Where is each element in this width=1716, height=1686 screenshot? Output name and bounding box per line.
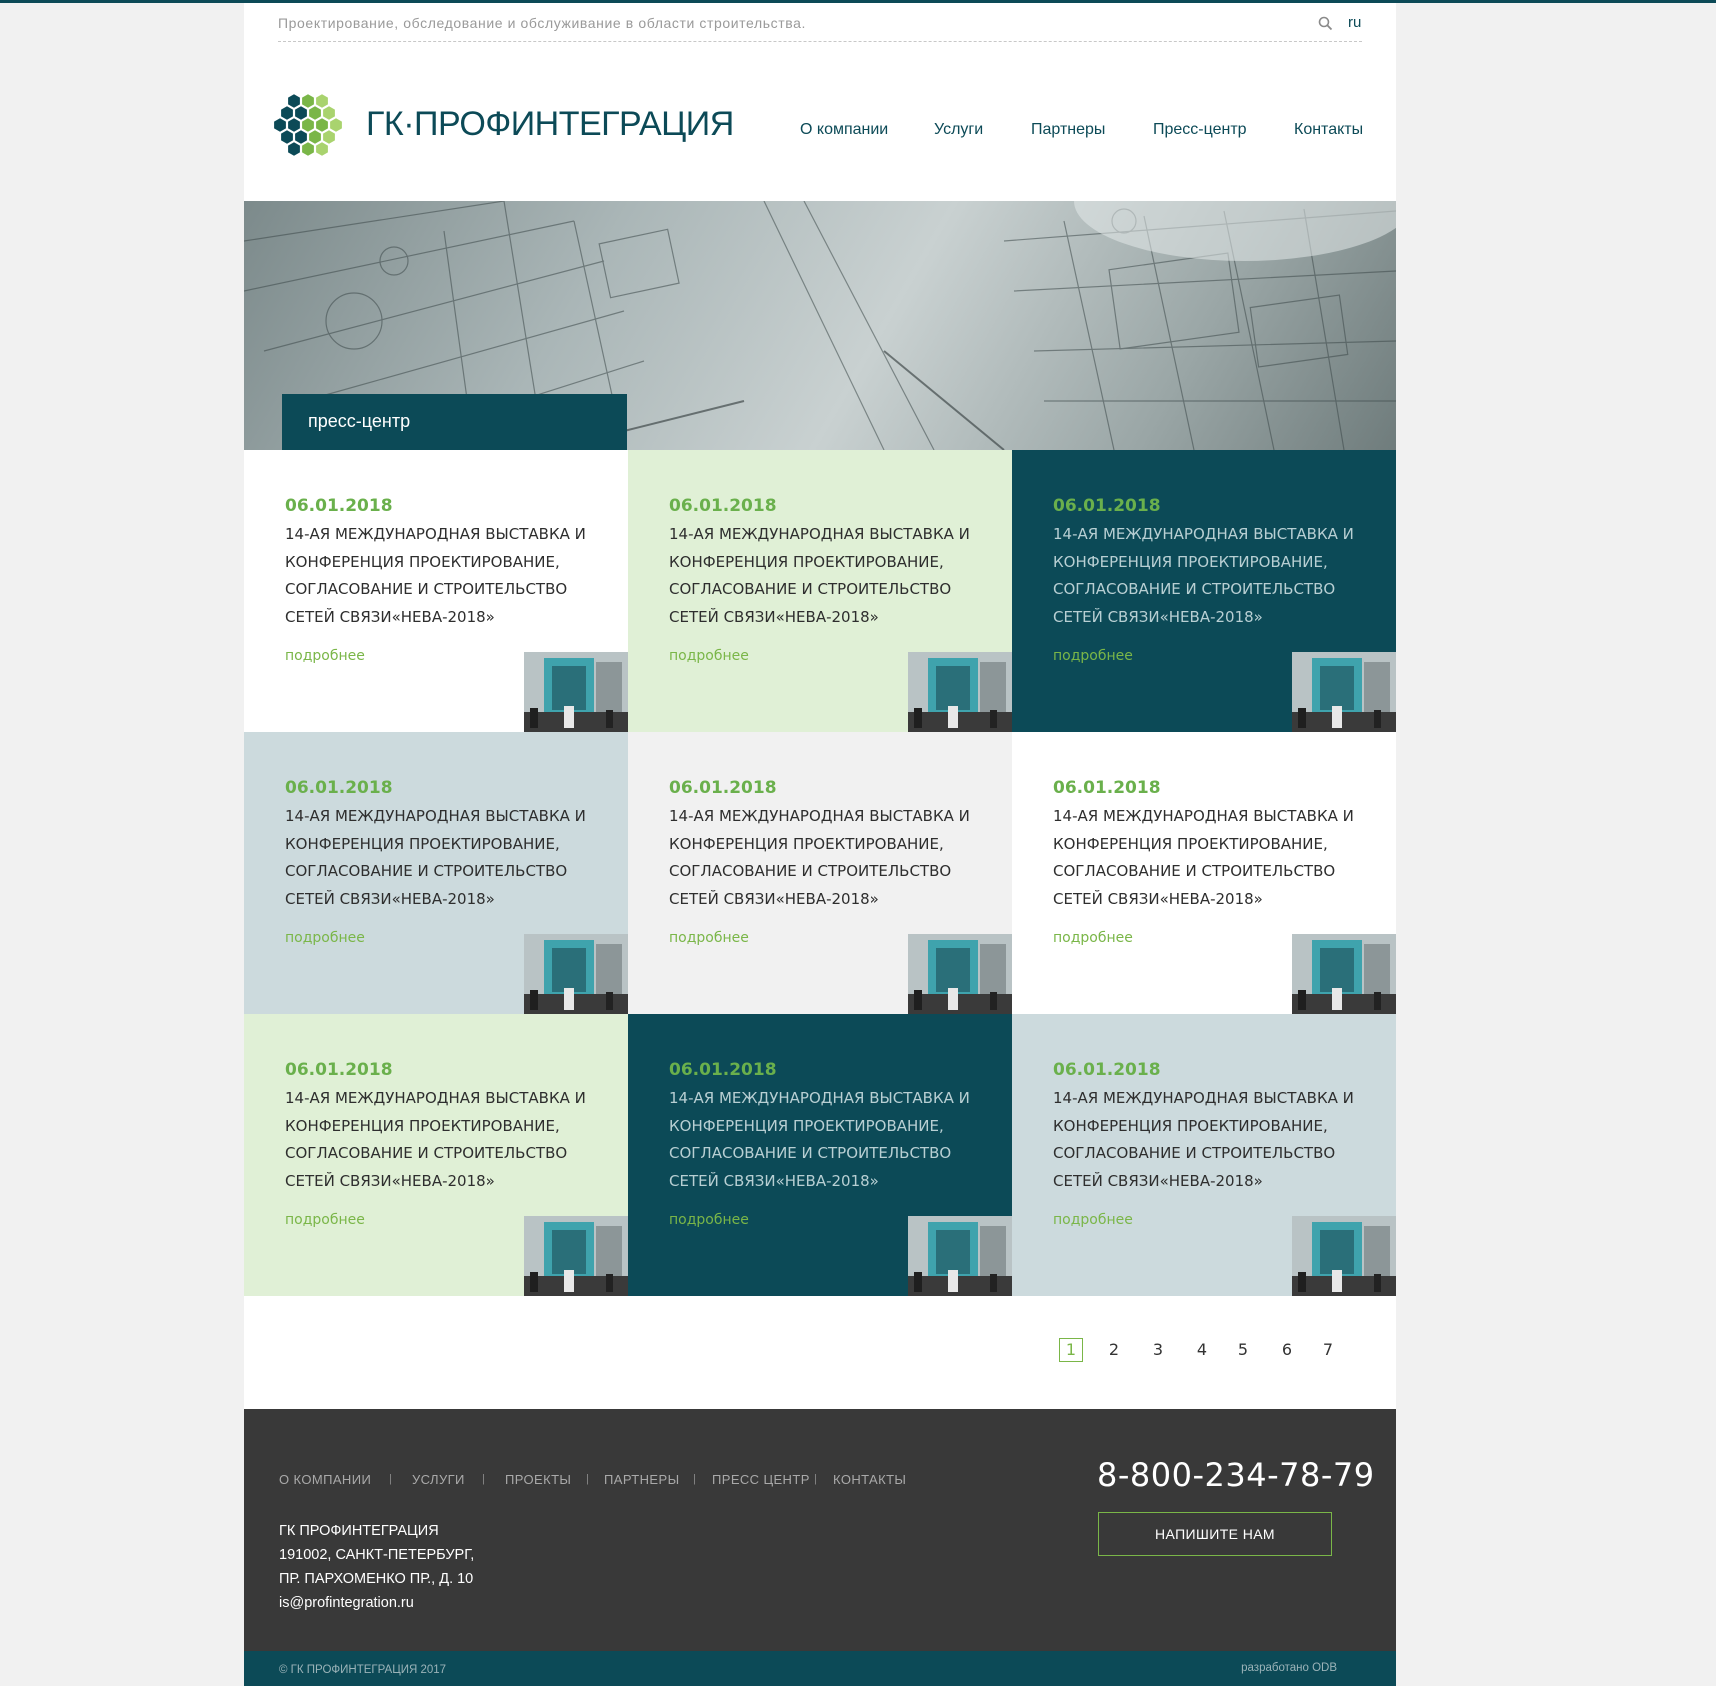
footer-nav-about[interactable]: О КОМПАНИИ [279, 1472, 371, 1487]
news-card[interactable]: 06.01.2018 14-АЯ МЕЖДУНАРОДНАЯ ВЫСТАВКА И… [244, 732, 628, 1014]
page-6-button[interactable]: 6 [1275, 1338, 1299, 1362]
copyright-bar: © ГК ПРОФИНТЕГРАЦИЯ 2017 разработано ODB [244, 1651, 1396, 1686]
address-street: ПР. ПАРХОМЕНКО ПР., Д. 10 [279, 1571, 474, 1587]
news-card[interactable]: 06.01.2018 14-АЯ МЕЖДУНАРОДНАЯ ВЫСТАВКА И… [628, 1014, 1012, 1296]
news-title[interactable]: 14-АЯ МЕЖДУНАРОДНАЯ ВЫСТАВКА И КОНФЕРЕНЦ… [1053, 521, 1363, 631]
address-city: 191002, САНКТ-ПЕТЕРБУРГ, [279, 1547, 475, 1563]
read-more-link[interactable]: подробнее [285, 648, 365, 664]
news-title[interactable]: 14-АЯ МЕЖДУНАРОДНАЯ ВЫСТАВКА И КОНФЕРЕНЦ… [1053, 803, 1363, 913]
page-1-button[interactable]: 1 [1059, 1338, 1083, 1362]
footer-address: ГК ПРОФИНТЕГРАЦИЯ 191002, САНКТ-ПЕТЕРБУР… [279, 1519, 474, 1615]
top-bar: Проектирование, обследование и обслужива… [278, 3, 1362, 42]
news-title[interactable]: 14-АЯ МЕЖДУНАРОДНАЯ ВЫСТАВКА И КОНФЕРЕНЦ… [285, 521, 595, 631]
footer-separator: | [586, 1473, 589, 1485]
nav-about[interactable]: О компании [800, 121, 888, 139]
news-title[interactable]: 14-АЯ МЕЖДУНАРОДНАЯ ВЫСТАВКА И КОНФЕРЕНЦ… [1053, 1085, 1363, 1195]
news-card[interactable]: 06.01.2018 14-АЯ МЕЖДУНАРОДНАЯ ВЫСТАВКА И… [1012, 732, 1396, 1014]
search-icon[interactable] [1318, 16, 1333, 31]
news-grid: 06.01.2018 14-АЯ МЕЖДУНАРОДНАЯ ВЫСТАВКА И… [244, 450, 1396, 1296]
news-date: 06.01.2018 [285, 1060, 393, 1080]
nav-services[interactable]: Услуги [934, 121, 983, 139]
footer-nav-contacts[interactable]: КОНТАКТЫ [833, 1472, 906, 1487]
news-title[interactable]: 14-АЯ МЕЖДУНАРОДНАЯ ВЫСТАВКА И КОНФЕРЕНЦ… [669, 521, 979, 631]
developer-link[interactable]: разработано ODB [1241, 1662, 1337, 1674]
logo-text: ГК·ПРОФИНТЕГРАЦИЯ [366, 105, 734, 143]
news-thumbnail[interactable] [908, 652, 1012, 732]
read-more-link[interactable]: подробнее [1053, 648, 1133, 664]
news-thumbnail[interactable] [1292, 652, 1396, 732]
news-thumbnail[interactable] [1292, 934, 1396, 1014]
company-name: ГК ПРОФИНТЕГРАЦИЯ [279, 1523, 439, 1539]
news-date: 06.01.2018 [669, 778, 777, 798]
nav-partners[interactable]: Партнеры [1031, 121, 1105, 139]
read-more-link[interactable]: подробнее [669, 1212, 749, 1228]
footer-separator: | [814, 1473, 817, 1485]
news-date: 06.01.2018 [285, 496, 393, 516]
footer-nav-press-center[interactable]: ПРЕСС ЦЕНТР [712, 1472, 810, 1487]
news-thumbnail[interactable] [524, 934, 628, 1014]
read-more-link[interactable]: подробнее [1053, 930, 1133, 946]
news-thumbnail[interactable] [1292, 1216, 1396, 1296]
news-date: 06.01.2018 [669, 496, 777, 516]
news-date: 06.01.2018 [285, 778, 393, 798]
news-date: 06.01.2018 [669, 1060, 777, 1080]
site-logo[interactable]: ГК·ПРОФИНТЕГРАЦИЯ [272, 93, 734, 163]
page-7-button[interactable]: 7 [1316, 1338, 1340, 1362]
footer-phone[interactable]: 8-800-234-78-79 [1097, 1456, 1375, 1494]
footer-nav-services[interactable]: УСЛУГИ [412, 1472, 465, 1487]
logo-hexagons-icon [274, 94, 342, 156]
footer-email-link[interactable]: is@profintegration.ru [279, 1591, 474, 1615]
news-title[interactable]: 14-АЯ МЕЖДУНАРОДНАЯ ВЫСТАВКА И КОНФЕРЕНЦ… [285, 1085, 595, 1195]
page-5-button[interactable]: 5 [1231, 1338, 1255, 1362]
footer-separator: | [693, 1473, 696, 1485]
footer-separator: | [482, 1473, 485, 1485]
news-date: 06.01.2018 [1053, 496, 1161, 516]
section-title: пресс-центр [308, 411, 411, 431]
news-title[interactable]: 14-АЯ МЕЖДУНАРОДНАЯ ВЫСТАВКА И КОНФЕРЕНЦ… [669, 1085, 979, 1195]
read-more-link[interactable]: подробнее [1053, 1212, 1133, 1228]
footer: О КОМПАНИИ | УСЛУГИ | ПРОЕКТЫ | ПАРТНЕРЫ… [244, 1409, 1396, 1651]
page-2-button[interactable]: 2 [1102, 1338, 1126, 1362]
read-more-link[interactable]: подробнее [669, 930, 749, 946]
news-title[interactable]: 14-АЯ МЕЖДУНАРОДНАЯ ВЫСТАВКА И КОНФЕРЕНЦ… [285, 803, 595, 913]
news-card[interactable]: 06.01.2018 14-АЯ МЕЖДУНАРОДНАЯ ВЫСТАВКА И… [1012, 450, 1396, 732]
section-title-banner: пресс-центр [282, 394, 627, 450]
news-title[interactable]: 14-АЯ МЕЖДУНАРОДНАЯ ВЫСТАВКА И КОНФЕРЕНЦ… [669, 803, 979, 913]
read-more-link[interactable]: подробнее [669, 648, 749, 664]
pagination: 1 2 3 4 5 6 7 [244, 1338, 1396, 1368]
news-thumbnail[interactable] [524, 652, 628, 732]
hero-banner: пресс-центр [244, 201, 1396, 450]
nav-press-center[interactable]: Пресс-центр [1153, 121, 1247, 139]
footer-nav-partners[interactable]: ПАРТНЕРЫ [604, 1472, 679, 1487]
read-more-link[interactable]: подробнее [285, 930, 365, 946]
footer-nav-projects[interactable]: ПРОЕКТЫ [505, 1472, 571, 1487]
news-date: 06.01.2018 [1053, 1060, 1161, 1080]
news-date: 06.01.2018 [1053, 778, 1161, 798]
footer-separator: | [389, 1473, 392, 1485]
read-more-link[interactable]: подробнее [285, 1212, 365, 1228]
news-thumbnail[interactable] [524, 1216, 628, 1296]
news-card[interactable]: 06.01.2018 14-АЯ МЕЖДУНАРОДНАЯ ВЫСТАВКА И… [244, 450, 628, 732]
write-us-button[interactable]: НАПИШИТЕ НАМ [1098, 1512, 1332, 1556]
news-card[interactable]: 06.01.2018 14-АЯ МЕЖДУНАРОДНАЯ ВЫСТАВКА И… [244, 1014, 628, 1296]
nav-contacts[interactable]: Контакты [1294, 121, 1363, 139]
page-3-button[interactable]: 3 [1146, 1338, 1170, 1362]
page-container: Проектирование, обследование и обслужива… [244, 3, 1396, 1686]
news-card[interactable]: 06.01.2018 14-АЯ МЕЖДУНАРОДНАЯ ВЫСТАВКА И… [628, 732, 1012, 1014]
news-thumbnail[interactable] [908, 1216, 1012, 1296]
language-switch[interactable]: ru [1348, 14, 1361, 31]
page-4-button[interactable]: 4 [1190, 1338, 1214, 1362]
news-thumbnail[interactable] [908, 934, 1012, 1014]
news-card[interactable]: 06.01.2018 14-АЯ МЕЖДУНАРОДНАЯ ВЫСТАВКА И… [628, 450, 1012, 732]
news-card[interactable]: 06.01.2018 14-АЯ МЕЖДУНАРОДНАЯ ВЫСТАВКА И… [1012, 1014, 1396, 1296]
copyright-text: © ГК ПРОФИНТЕГРАЦИЯ 2017 [279, 1664, 447, 1676]
site-tagline: Проектирование, обследование и обслужива… [278, 15, 806, 31]
